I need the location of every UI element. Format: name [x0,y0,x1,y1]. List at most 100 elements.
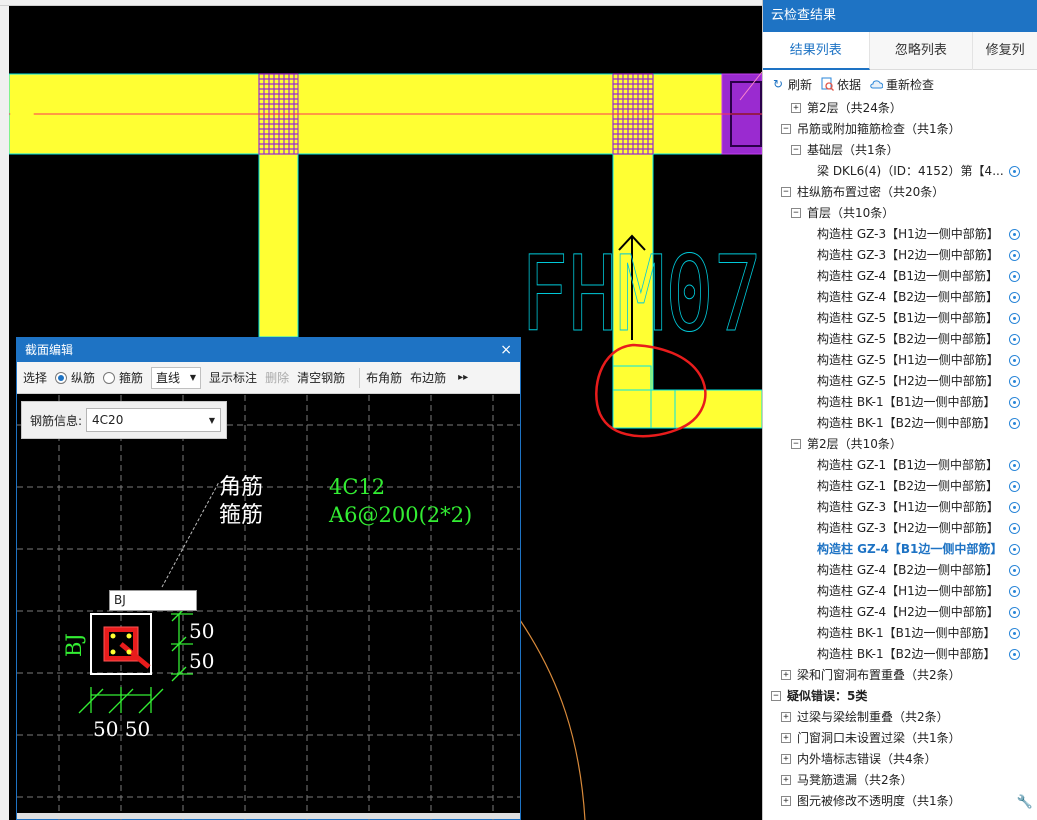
tree-leaf-item[interactable]: 构造柱 GZ-5【H1边一侧中部筋】 [763,350,1037,371]
recheck-button[interactable]: 重新检查 [869,76,934,93]
locate-icon[interactable] [1009,544,1020,555]
locate-icon[interactable] [1009,628,1020,639]
line-mode-select[interactable]: 直线 ▼ [151,366,202,389]
wrench-icon[interactable]: 🔧 [1017,795,1033,810]
locate-icon[interactable] [1009,523,1020,534]
refresh-button[interactable]: ↻ 刷新 [771,76,812,93]
dialog-scrollbar[interactable] [17,813,520,819]
tree-leaf-item[interactable]: 构造柱 GZ-5【H2边一侧中部筋】 [763,371,1037,392]
section-canvas[interactable]: 角筋 箍筋 4C12 A6@200(2*2) BJ 50 50 50 50 [17,395,520,820]
tree-leaf-item[interactable]: 构造柱 BK-1【B2边一侧中部筋】 [763,644,1037,665]
locate-icon[interactable] [1009,355,1020,366]
tree-group-item[interactable]: + 第2层（共24条） [763,98,1037,119]
longitudinal-radio[interactable]: 纵筋 [55,369,95,386]
collapse-icon[interactable]: − [781,187,791,197]
tree-group-item[interactable]: − 柱纵筋布置过密（共20条） [763,182,1037,203]
close-icon[interactable]: × [500,338,512,362]
rebar-info-select[interactable]: 4C20 ▼ [86,408,222,432]
tree-leaf-item[interactable]: 构造柱 GZ-4【H2边一侧中部筋】 [763,602,1037,623]
tree-leaf-item[interactable]: 构造柱 GZ-5【B1边一侧中部筋】 [763,308,1037,329]
bj-name-input[interactable]: BJ [109,590,197,611]
collapse-icon[interactable]: − [791,145,801,155]
locate-icon[interactable] [1009,250,1020,261]
tree-item-label: 构造柱 GZ-1【B1边一侧中部筋】 [817,458,998,472]
dialog-titlebar[interactable]: 截面编辑 × [17,338,520,362]
expand-icon[interactable]: + [781,754,791,764]
tree-group-item[interactable]: − 基础层（共1条） [763,140,1037,161]
collapse-icon[interactable]: − [771,691,781,701]
radio-unchecked-icon [103,371,116,384]
delete-button[interactable]: 删除 [265,369,289,386]
tree-leaf-item[interactable]: 构造柱 GZ-4【B1边一侧中部筋】 [763,539,1037,560]
tree-leaf-item[interactable]: 构造柱 GZ-3【H2边一侧中部筋】 [763,245,1037,266]
tab-ignored[interactable]: 忽略列表 [870,32,974,70]
select-button[interactable]: 选择 [23,369,47,386]
tree-leaf-item[interactable]: 构造柱 GZ-4【B2边一侧中部筋】 [763,560,1037,581]
more-icon[interactable]: ▸▸ [458,372,468,383]
tree-leaf-item[interactable]: 梁 DKL6(4)（ID：4152）第【4... [763,161,1037,182]
edge-rebar-button[interactable]: 布边筋 [410,369,446,386]
tab-fix[interactable]: 修复列 [973,32,1037,70]
expand-icon[interactable]: + [781,712,791,722]
tree-group-item[interactable]: − 第2层（共10条） [763,434,1037,455]
dim-bottom: 50 50 [93,717,150,741]
tree-group-item[interactable]: + 图元被修改不透明度（共1条） [763,791,1037,812]
tree-leaf-item[interactable]: 构造柱 GZ-3【H2边一侧中部筋】 [763,518,1037,539]
locate-icon[interactable] [1009,313,1020,324]
tree-leaf-item[interactable]: 构造柱 GZ-4【B2边一侧中部筋】 [763,287,1037,308]
tree-leaf-item[interactable]: 构造柱 GZ-4【B1边一侧中部筋】 [763,266,1037,287]
tree-group-item[interactable]: + 梁和门窗洞布置重叠（共2条） [763,665,1037,686]
locate-icon[interactable] [1009,586,1020,597]
locate-icon[interactable] [1009,271,1020,282]
collapse-icon[interactable]: − [781,124,791,134]
canvas-top-edge [0,0,762,6]
locate-icon[interactable] [1009,565,1020,576]
tree-leaf-item[interactable]: 构造柱 BK-1【B1边一侧中部筋】 [763,392,1037,413]
tree-leaf-item[interactable]: 构造柱 GZ-4【H1边一侧中部筋】 [763,581,1037,602]
expand-icon[interactable]: + [781,670,791,680]
locate-icon[interactable] [1009,376,1020,387]
tree-group-item[interactable]: − 吊筋或附加箍筋检查（共1条） [763,119,1037,140]
collapse-icon[interactable]: − [791,439,801,449]
clear-rebar-button[interactable]: 清空钢筋 [297,369,345,386]
dialog-toolbar: 选择 纵筋 箍筋 直线 ▼ 显示标注 删除 清空钢筋 布角筋 布边筋 ▸▸ [17,362,520,394]
locate-icon[interactable] [1009,292,1020,303]
tree-leaf-item[interactable]: 构造柱 GZ-3【H1边一侧中部筋】 [763,497,1037,518]
tree-group-item[interactable]: + 门窗洞口未设置过梁（共1条） [763,728,1037,749]
leader-line [161,481,220,588]
expand-icon[interactable]: + [781,775,791,785]
tree-group-item[interactable]: − 疑似错误：5类 [763,686,1037,707]
locate-icon[interactable] [1009,481,1020,492]
locate-icon[interactable] [1009,649,1020,660]
locate-icon[interactable] [1009,334,1020,345]
tree-item-label: 构造柱 GZ-4【B1边一侧中部筋】 [817,542,1003,556]
corner-rebar-button[interactable]: 布角筋 [366,369,402,386]
bj-vertical-label: BJ [62,633,86,657]
collapse-icon[interactable]: − [791,208,801,218]
expand-icon[interactable]: + [781,796,791,806]
locate-icon[interactable] [1009,418,1020,429]
basis-button[interactable]: 依据 [820,76,861,93]
tree-leaf-item[interactable]: 构造柱 GZ-1【B2边一侧中部筋】 [763,476,1037,497]
tree-group-item[interactable]: + 马凳筋遗漏（共2条） [763,770,1037,791]
tree-leaf-item[interactable]: 构造柱 GZ-5【B2边一侧中部筋】 [763,329,1037,350]
tree-group-item[interactable]: + 过梁与梁绘制重叠（共2条） [763,707,1037,728]
locate-icon[interactable] [1009,397,1020,408]
locate-icon[interactable] [1009,166,1020,177]
locate-icon[interactable] [1009,607,1020,618]
locate-icon[interactable] [1009,229,1020,240]
locate-icon[interactable] [1009,502,1020,513]
show-dim-button[interactable]: 显示标注 [209,369,257,386]
expand-icon[interactable]: + [791,103,801,113]
tree-item-label: 构造柱 GZ-4【B2边一侧中部筋】 [817,563,998,577]
tree-group-item[interactable]: + 内外墙标志错误（共4条） [763,749,1037,770]
tree-leaf-item[interactable]: 构造柱 GZ-3【H1边一侧中部筋】 [763,224,1037,245]
tree-leaf-item[interactable]: 构造柱 BK-1【B1边一侧中部筋】 [763,623,1037,644]
stirrup-radio[interactable]: 箍筋 [103,369,143,386]
tree-leaf-item[interactable]: 构造柱 BK-1【B2边一侧中部筋】 [763,413,1037,434]
tree-group-item[interactable]: − 首层（共10条） [763,203,1037,224]
tree-leaf-item[interactable]: 构造柱 GZ-1【B1边一侧中部筋】 [763,455,1037,476]
tab-results[interactable]: 结果列表 [763,32,870,70]
expand-icon[interactable]: + [781,733,791,743]
locate-icon[interactable] [1009,460,1020,471]
